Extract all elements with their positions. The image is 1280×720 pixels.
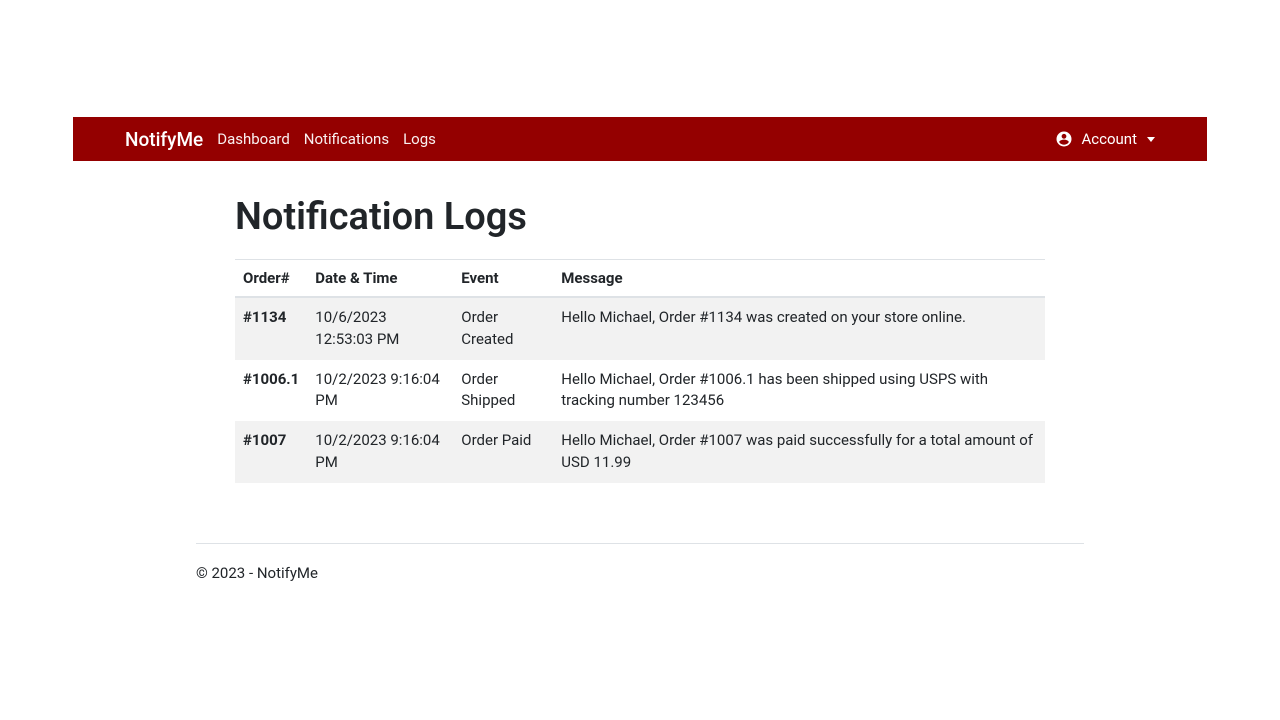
cell-message: Hello Michael, Order #1007 was paid succ… xyxy=(553,421,1045,483)
cell-event: Order Paid xyxy=(453,421,553,483)
th-event: Event xyxy=(453,260,553,298)
table-row: #1134 10/6/2023 12:53:03 PM Order Create… xyxy=(235,297,1045,360)
cell-order: #1134 xyxy=(235,297,307,360)
cell-event: Order Shipped xyxy=(453,360,553,422)
cell-order: #1007 xyxy=(235,421,307,483)
cell-datetime: 10/6/2023 12:53:03 PM xyxy=(307,297,453,360)
footer-divider xyxy=(196,543,1084,544)
th-message: Message xyxy=(553,260,1045,298)
nav-notifications[interactable]: Notifications xyxy=(304,130,389,148)
th-datetime: Date & Time xyxy=(307,260,453,298)
cell-message: Hello Michael, Order #1134 was created o… xyxy=(553,297,1045,360)
brand-link[interactable]: NotifyMe xyxy=(125,128,203,151)
account-dropdown[interactable]: Account xyxy=(1055,130,1155,148)
main-content: Notification Logs Order# Date & Time Eve… xyxy=(235,195,1045,483)
table-row: #1006.1 10/2/2023 9:16:04 PM Order Shipp… xyxy=(235,360,1045,422)
cell-message: Hello Michael, Order #1006.1 has been sh… xyxy=(553,360,1045,422)
chevron-down-icon xyxy=(1147,137,1155,142)
cell-order: #1006.1 xyxy=(235,360,307,422)
account-label: Account xyxy=(1081,130,1137,148)
nav-logs[interactable]: Logs xyxy=(403,130,436,148)
footer-text: © 2023 - NotifyMe xyxy=(196,564,1084,582)
account-circle-icon xyxy=(1055,130,1073,148)
cell-datetime: 10/2/2023 9:16:04 PM xyxy=(307,360,453,422)
logs-table: Order# Date & Time Event Message #1134 1… xyxy=(235,259,1045,483)
cell-datetime: 10/2/2023 9:16:04 PM xyxy=(307,421,453,483)
table-row: #1007 10/2/2023 9:16:04 PM Order Paid He… xyxy=(235,421,1045,483)
cell-event: Order Created xyxy=(453,297,553,360)
th-order: Order# xyxy=(235,260,307,298)
footer: © 2023 - NotifyMe xyxy=(196,543,1084,582)
nav-dashboard[interactable]: Dashboard xyxy=(217,130,290,148)
table-header-row: Order# Date & Time Event Message xyxy=(235,260,1045,298)
nav-links: Dashboard Notifications Logs xyxy=(217,130,436,148)
navbar: NotifyMe Dashboard Notifications Logs Ac… xyxy=(73,117,1207,161)
page-title: Notification Logs xyxy=(235,195,1045,239)
